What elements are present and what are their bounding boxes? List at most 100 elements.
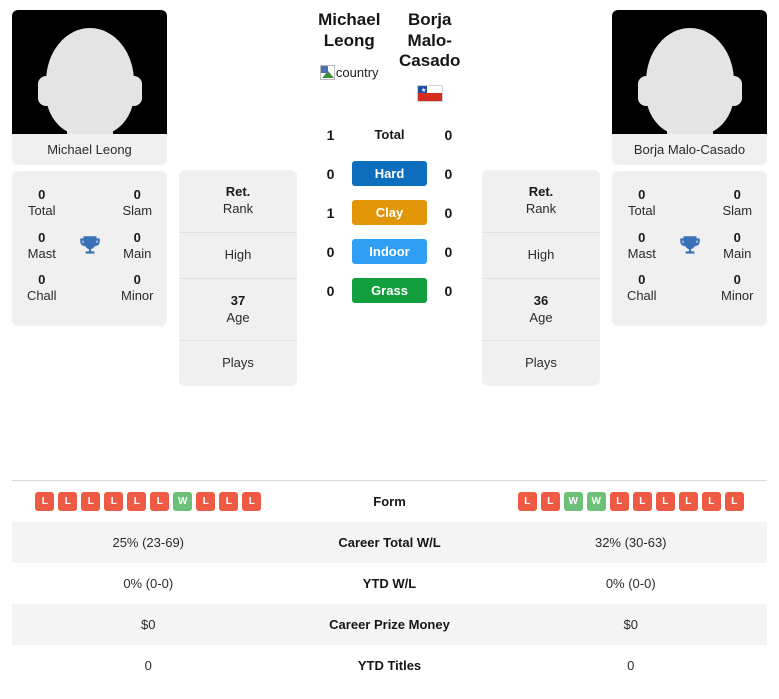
form-badge-l[interactable]: L	[104, 492, 124, 511]
right-player-info-card: Ret. Rank High 36 Age Plays	[482, 170, 600, 387]
h2h-left-count-indoor: 0	[326, 243, 335, 260]
left-titles-total-label: Total	[28, 203, 56, 219]
right-titles-total-value: 0	[638, 187, 646, 202]
left-info-plays-label: Plays	[222, 355, 254, 371]
left-titles-mast-value: 0	[38, 229, 46, 245]
left-photo-caption: Michael Leong	[47, 142, 132, 157]
form-badge-l[interactable]: L	[127, 492, 147, 511]
left-player-column: Michael Leong 0 Total 0 Slam 0 Mast 0 Ma…	[12, 10, 167, 326]
form-badge-l[interactable]: L	[242, 492, 262, 511]
right-player-name-line2: Casado	[399, 51, 461, 71]
form-badge-l[interactable]: L	[219, 492, 239, 511]
right-form-strip: LLWWLLLLLL	[501, 492, 762, 511]
table-row: L L L L L L W L L L Form L L W W L L L L L L	[12, 481, 767, 522]
right-info-age: 36 Age	[482, 279, 600, 342]
right-player-photo-card[interactable]: Borja Malo-Casado	[612, 10, 767, 165]
right-info-age-value: 36	[533, 292, 549, 308]
form-badge-l[interactable]: L	[724, 492, 744, 511]
right-info-high: High	[482, 233, 600, 279]
right-info-plays-label: Plays	[525, 355, 557, 371]
right-player-name-block[interactable]: Borja Malo- Casado ★	[390, 10, 471, 104]
right-player-name-line1: Borja Malo-	[407, 10, 452, 50]
form-badge-l[interactable]: L	[517, 492, 537, 511]
table-label-ytd_wl: YTD W/L	[362, 576, 417, 591]
right-info-rank-label: Rank	[525, 200, 557, 216]
left-player-flag: country	[309, 61, 390, 83]
left-titles-minor-label: Minor	[120, 288, 154, 304]
h2h-left-count-hard: 0	[326, 165, 335, 182]
form-badge-l[interactable]: L	[81, 492, 101, 511]
broken-image-icon: country	[319, 64, 379, 80]
h2h-left-count-grass: 0	[326, 282, 335, 299]
left-info-age-value: 37	[230, 292, 246, 308]
form-badge-l[interactable]: L	[609, 492, 629, 511]
left-titles-main-label: Main	[123, 245, 152, 261]
form-badge-w[interactable]: W	[586, 492, 606, 511]
h2h-surface-label-total: Total	[374, 127, 405, 143]
h2h-surface-label-hard[interactable]: Hard	[352, 161, 427, 187]
right-info-age-label: Age	[529, 309, 553, 325]
h2h-row-total: 1 Total 0	[309, 122, 470, 147]
right-info-rank-value: Ret.	[528, 184, 554, 199]
left-titles-card: 0 Total 0 Slam 0 Mast 0 Main 0 Chall 0 M…	[12, 171, 167, 326]
h2h-row-clay: 1 Clay 0	[309, 200, 470, 226]
right-titles-main-label: Main	[723, 245, 752, 261]
right-titles-slam: 0 Slam	[710, 187, 766, 220]
form-badge-l[interactable]: L	[701, 492, 721, 511]
table-row: 0 YTD Titles 0	[12, 645, 767, 686]
form-badge-l[interactable]: L	[58, 492, 78, 511]
left-info-rank-value: Ret.	[225, 184, 251, 199]
left-titles-mast-label: Mast	[27, 245, 56, 261]
right-titles-chall-value: 0	[638, 272, 646, 287]
right-titles-minor-value: 0	[733, 272, 741, 287]
left-titles-chall-value: 0	[38, 272, 46, 287]
left-player-info-card: Ret. Rank High 37 Age Plays	[179, 170, 297, 387]
left-player-photo-card[interactable]: Michael Leong	[12, 10, 167, 165]
left-career_wl-cell: 25% (23-69)	[112, 535, 185, 550]
table-label-form: Form	[373, 494, 406, 509]
form-badge-l[interactable]: L	[540, 492, 560, 511]
form-badge-l[interactable]: L	[632, 492, 652, 511]
form-badge-l[interactable]: L	[150, 492, 170, 511]
form-badge-l[interactable]: L	[35, 492, 55, 511]
left-info-age: 37 Age	[179, 279, 297, 342]
left-form-strip: LLLLLLWLLL	[18, 492, 279, 511]
player-names-row: Michael Leong country Borja Malo- Casado…	[309, 10, 470, 104]
left-titles-minor-value: 0	[133, 272, 141, 287]
left-titles-chall-label: Chall	[26, 288, 57, 304]
h2h-surface-label-indoor[interactable]: Indoor	[352, 239, 427, 265]
form-badge-l[interactable]: L	[655, 492, 675, 511]
right-titles-card: 0 Total 0 Slam 0 Mast 0 Main 0 Chall 0 M…	[612, 171, 767, 326]
table-row: 0% (0-0) YTD W/L 0% (0-0)	[12, 563, 767, 604]
h2h-left-count-clay: 1	[326, 204, 335, 221]
right-titles-main-value: 0	[733, 229, 741, 245]
right-titles-minor-label: Minor	[720, 288, 754, 304]
left-ytd_wl-cell: 0% (0-0)	[123, 576, 174, 591]
left-info-age-label: Age	[226, 309, 250, 325]
h2h-surface-label-grass[interactable]: Grass	[352, 278, 427, 304]
h2h-right-count-indoor: 0	[444, 243, 453, 260]
right-info-rank: Ret. Rank	[482, 170, 600, 233]
right-titles-slam-label: Slam	[722, 203, 753, 219]
left-info-high: High	[179, 233, 297, 279]
h2h-surface-label-clay[interactable]: Clay	[352, 200, 427, 226]
left-player-name-block[interactable]: Michael Leong country	[309, 10, 390, 83]
comparison-stats-table: L L L L L L W L L L Form L L W W L L L L L L 25% (23-69) Caree…	[12, 480, 767, 686]
left-ytd_titles-cell: 0	[144, 658, 152, 673]
top-comparison-area: Michael Leong 0 Total 0 Slam 0 Mast 0 Ma…	[0, 0, 779, 472]
form-badge-w[interactable]: W	[563, 492, 583, 511]
form-badge-w[interactable]: W	[173, 492, 193, 511]
right-prize_money-cell: $0	[623, 617, 638, 632]
h2h-right-count-total: 0	[444, 126, 453, 143]
right-career_wl-cell: 32% (30-63)	[594, 535, 667, 550]
left-titles-total-value: 0	[38, 187, 46, 202]
form-badge-l[interactable]: L	[678, 492, 698, 511]
left-titles-slam-value: 0	[133, 187, 141, 202]
left-prize_money-cell: $0	[141, 617, 156, 632]
form-badge-l[interactable]: L	[196, 492, 216, 511]
left-info-plays: Plays	[179, 341, 297, 386]
table-label-prize_money: Career Prize Money	[329, 617, 450, 632]
right-player-flag: ★	[390, 82, 471, 104]
center-h2h-column: Michael Leong country Borja Malo- Casado…	[309, 10, 470, 304]
left-titles-minor: 0 Minor	[110, 272, 166, 305]
